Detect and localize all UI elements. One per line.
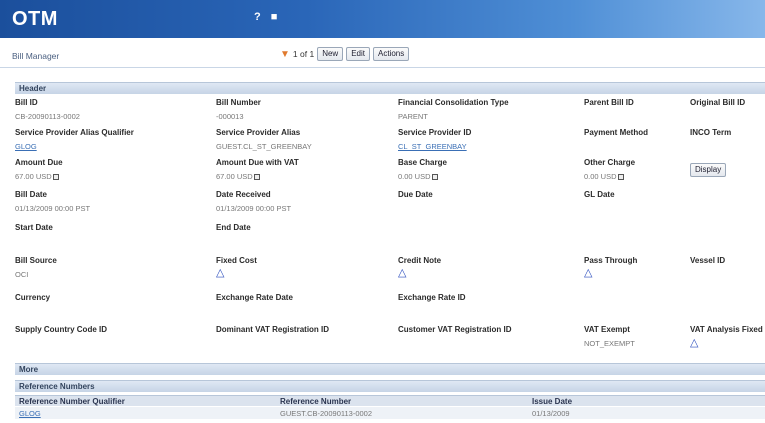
fixed-cost-label: Fixed Cost bbox=[216, 256, 257, 265]
header-section-bar[interactable]: Header bbox=[15, 82, 765, 94]
record-count: 1 of 1 bbox=[292, 49, 315, 59]
currency-icon[interactable] bbox=[253, 174, 260, 180]
date-received-label: Date Received bbox=[216, 190, 271, 199]
parent-bill-id-label: Parent Bill ID bbox=[584, 98, 634, 107]
vat-exempt-label: VAT Exempt bbox=[584, 325, 630, 334]
pass-through-label: Pass Through bbox=[584, 256, 638, 265]
bill-number-value: -000013 bbox=[216, 112, 244, 121]
other-charge-label: Other Charge bbox=[584, 158, 636, 167]
reference-numbers-section-bar[interactable]: Reference Numbers bbox=[15, 380, 765, 392]
sp-alias-label: Service Provider Alias bbox=[216, 128, 301, 137]
amount-due-value: 67.00 USD bbox=[15, 172, 52, 181]
payment-method-label: Payment Method bbox=[584, 128, 649, 137]
help-icon[interactable]: ? bbox=[254, 11, 261, 23]
sp-id-link[interactable]: CL_ST_GREENBAY bbox=[398, 142, 467, 151]
amount-due-vat-field: 67.00 USD bbox=[216, 172, 260, 181]
other-charge-value: 0.00 USD bbox=[584, 172, 617, 181]
record-nav: ▼ 1 of 1 New Edit Actions bbox=[280, 47, 410, 61]
more-section-title: More bbox=[19, 365, 39, 374]
vat-exempt-value: NOT_EXEMPT bbox=[584, 339, 635, 348]
due-date-label: Due Date bbox=[398, 190, 433, 199]
currency-icon[interactable] bbox=[617, 174, 624, 180]
amount-due-field: 67.00 USD bbox=[15, 172, 59, 181]
sp-alias-qualifier-label: Service Provider Alias Qualifier bbox=[15, 128, 134, 137]
amount-due-vat-label: Amount Due with VAT bbox=[216, 158, 299, 167]
bill-id-label: Bill ID bbox=[15, 98, 38, 107]
exchange-rate-id-label: Exchange Rate ID bbox=[398, 293, 466, 302]
bill-number-label: Bill Number bbox=[216, 98, 261, 107]
reference-qualifier-link[interactable]: GLOG bbox=[19, 409, 41, 418]
credit-note-label: Credit Note bbox=[398, 256, 442, 265]
fixed-cost-checkbox-icon[interactable]: △ bbox=[216, 268, 224, 279]
date-received-value: 01/13/2009 00:00 PST bbox=[216, 204, 292, 213]
pass-through-checkbox-icon[interactable]: △ bbox=[584, 268, 592, 279]
top-icon-group: ? ■ bbox=[254, 11, 277, 23]
sp-id-label: Service Provider ID bbox=[398, 128, 472, 137]
otm-logo: OTM bbox=[12, 8, 58, 30]
app-header: OTM ? ■ bbox=[0, 0, 765, 38]
window-icon[interactable]: ■ bbox=[271, 11, 278, 23]
base-charge-field: 0.00 USD bbox=[398, 172, 438, 181]
edit-button[interactable]: Edit bbox=[346, 47, 370, 61]
new-button[interactable]: New bbox=[317, 47, 344, 61]
bill-date-value: 01/13/2009 00:00 PST bbox=[15, 204, 91, 213]
reference-table-header: Reference Number Qualifier Reference Num… bbox=[15, 395, 765, 406]
reference-numbers-title: Reference Numbers bbox=[19, 382, 95, 391]
sp-alias-qualifier-link[interactable]: GLOG bbox=[15, 142, 37, 151]
reference-number-cell: GUEST.CB-20090113-0002 bbox=[280, 409, 372, 418]
bill-id-value: CB-20090113-0002 bbox=[15, 112, 80, 121]
exchange-rate-date-label: Exchange Rate Date bbox=[216, 293, 293, 302]
vat-analysis-checkbox-icon[interactable]: △ bbox=[690, 338, 698, 349]
start-date-label: Start Date bbox=[15, 223, 53, 232]
customer-vat-label: Customer VAT Registration ID bbox=[398, 325, 512, 334]
header-section-title: Header bbox=[19, 84, 47, 93]
credit-note-checkbox-icon[interactable]: △ bbox=[398, 268, 406, 279]
dominant-vat-label: Dominant VAT Registration ID bbox=[216, 325, 330, 334]
bill-source-label: Bill Source bbox=[15, 256, 57, 265]
sp-alias-value: GUEST.CL_ST_GREENBAY bbox=[216, 142, 312, 151]
currency-icon[interactable] bbox=[431, 174, 438, 180]
original-bill-id-label: Original Bill ID bbox=[690, 98, 746, 107]
base-charge-label: Base Charge bbox=[398, 158, 447, 167]
table-row: GLOG GUEST.CB-20090113-0002 01/13/2009 bbox=[15, 407, 765, 419]
column-header[interactable]: Reference Number Qualifier bbox=[19, 397, 125, 406]
filter-icon[interactable]: ▼ bbox=[280, 49, 290, 60]
currency-label: Currency bbox=[15, 293, 51, 302]
column-header[interactable]: Issue Date bbox=[532, 397, 572, 406]
inco-term-label: INCO Term bbox=[690, 128, 732, 137]
column-header[interactable]: Reference Number bbox=[280, 397, 351, 406]
end-date-label: End Date bbox=[216, 223, 251, 232]
display-button[interactable]: Display bbox=[690, 163, 727, 177]
vessel-id-label: Vessel ID bbox=[690, 256, 726, 265]
page-title: Bill Manager bbox=[12, 51, 60, 61]
other-charge-field: 0.00 USD bbox=[584, 172, 624, 181]
financial-consolidation-label: Financial Consolidation Type bbox=[398, 98, 509, 107]
bill-date-label: Bill Date bbox=[15, 190, 48, 199]
bill-source-value: OCI bbox=[15, 270, 29, 279]
vat-analysis-label: VAT Analysis Fixed bbox=[690, 325, 763, 334]
currency-icon[interactable] bbox=[52, 174, 59, 180]
financial-consolidation-value: PARENT bbox=[398, 112, 428, 121]
more-section-bar[interactable]: More bbox=[15, 363, 765, 375]
amount-due-label: Amount Due bbox=[15, 158, 63, 167]
amount-due-vat-value: 67.00 USD bbox=[216, 172, 253, 181]
gl-date-label: GL Date bbox=[584, 190, 615, 199]
base-charge-value: 0.00 USD bbox=[398, 172, 431, 181]
actions-button[interactable]: Actions bbox=[373, 47, 410, 61]
supply-country-label: Supply Country Code ID bbox=[15, 325, 107, 334]
issue-date-cell: 01/13/2009 bbox=[532, 409, 570, 418]
page-toolbar: Bill Manager ▼ 1 of 1 New Edit Actions bbox=[0, 38, 765, 68]
